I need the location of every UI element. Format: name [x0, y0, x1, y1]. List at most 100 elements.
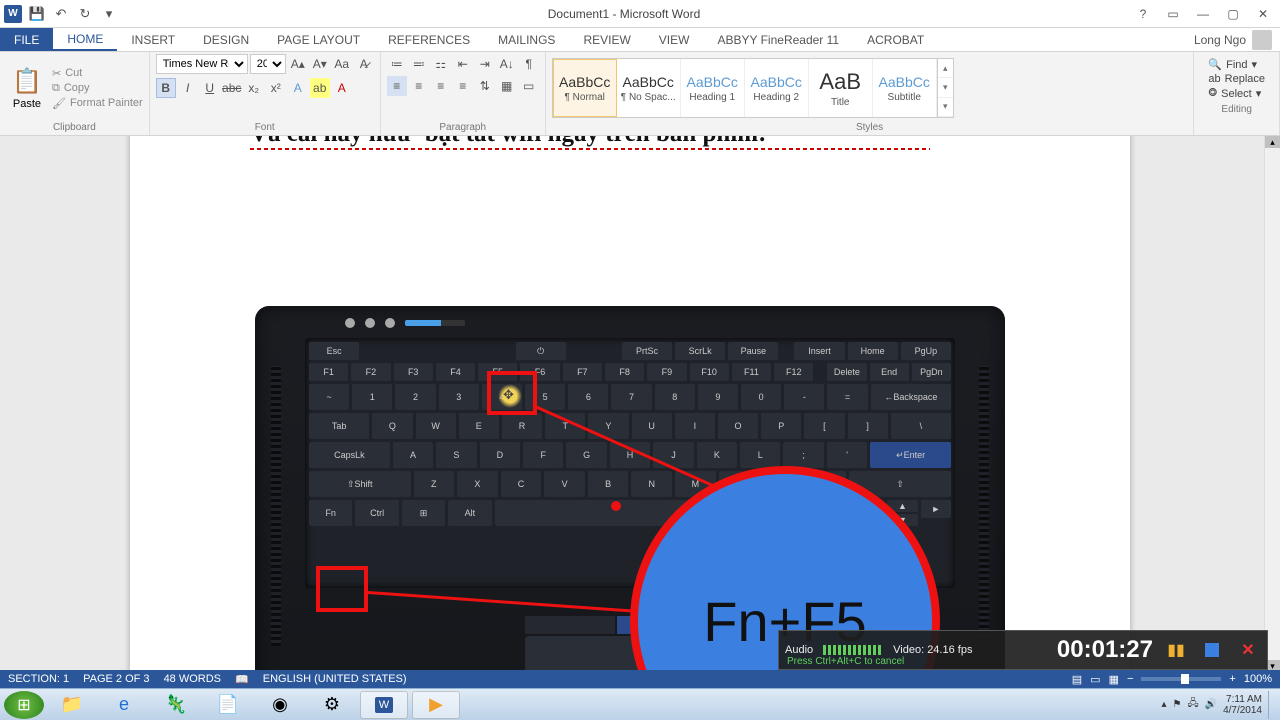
- taskbar-utility[interactable]: ⚙: [308, 691, 356, 719]
- status-words[interactable]: 48 WORDS: [164, 673, 221, 685]
- numbering-icon[interactable]: ≕: [409, 54, 429, 74]
- taskbar-foxit[interactable]: 📄: [204, 691, 252, 719]
- recorder-pause-button[interactable]: ▮▮: [1163, 637, 1189, 663]
- grow-font-icon[interactable]: A▴: [288, 54, 308, 74]
- highlight-icon[interactable]: ab: [310, 78, 330, 98]
- view-read-icon[interactable]: ▭: [1090, 673, 1100, 686]
- save-icon[interactable]: 💾: [28, 5, 46, 23]
- bold-button[interactable]: B: [156, 78, 176, 98]
- style-subtitle[interactable]: AaBbCcSubtitle: [873, 59, 937, 117]
- show-desktop-button[interactable]: [1268, 691, 1276, 719]
- show-marks-icon[interactable]: ¶: [519, 54, 539, 74]
- ribbon-options-icon[interactable]: ▭: [1160, 5, 1186, 23]
- taskbar-chrome[interactable]: ◉: [256, 691, 304, 719]
- avatar-icon[interactable]: [1252, 30, 1272, 50]
- justify-icon[interactable]: ≡: [453, 76, 473, 96]
- style-normal[interactable]: AaBbCc¶ Normal: [553, 59, 617, 117]
- align-right-icon[interactable]: ≡: [431, 76, 451, 96]
- zoom-slider[interactable]: [1141, 677, 1221, 681]
- font-size-select[interactable]: 20: [250, 54, 286, 74]
- style-title[interactable]: AaBTitle: [809, 59, 873, 117]
- tab-view[interactable]: VIEW: [645, 28, 704, 51]
- taskbar-explorer[interactable]: 📁: [48, 691, 96, 719]
- tab-design[interactable]: DESIGN: [189, 28, 263, 51]
- minimize-icon[interactable]: —: [1190, 5, 1216, 23]
- tray-overflow-icon[interactable]: ▴: [1161, 699, 1166, 710]
- tray-network-icon[interactable]: 🖧: [1187, 696, 1198, 713]
- line-spacing-icon[interactable]: ⇅: [475, 76, 495, 96]
- tray-clock[interactable]: 7:11 AM 4/7/2014: [1223, 694, 1262, 716]
- status-language[interactable]: ENGLISH (UNITED STATES): [263, 673, 407, 685]
- find-button[interactable]: 🔍Find ▾: [1208, 58, 1265, 71]
- document-canvas[interactable]: Và cái hay nữa- bật tắt wifi ngay trên b…: [0, 136, 1280, 672]
- cut-button[interactable]: ✂Cut: [52, 67, 143, 80]
- view-print-icon[interactable]: ▤: [1072, 673, 1082, 686]
- borders-icon[interactable]: ▭: [519, 76, 539, 96]
- account-name[interactable]: Long Ngo: [1194, 33, 1246, 47]
- taskbar-notepadpp[interactable]: 🦎: [152, 691, 200, 719]
- replace-button[interactable]: abReplace: [1208, 73, 1265, 85]
- tab-file[interactable]: FILE: [0, 28, 53, 51]
- scroll-up-icon[interactable]: ▴: [1265, 136, 1280, 148]
- subscript-button[interactable]: x₂: [244, 78, 264, 98]
- maximize-icon[interactable]: ▢: [1220, 5, 1246, 23]
- vertical-scrollbar[interactable]: ▴ ▾: [1264, 136, 1280, 672]
- shading-icon[interactable]: ▦: [497, 76, 517, 96]
- recorder-stop-button[interactable]: [1199, 637, 1225, 663]
- indent-increase-icon[interactable]: ⇥: [475, 54, 495, 74]
- gallery-up-icon[interactable]: ▴: [938, 59, 953, 78]
- tab-abbyy[interactable]: ABBYY FineReader 11: [703, 28, 853, 51]
- screen-recorder-overlay[interactable]: Audio Video: 24.16 fps 00:01:27 ▮▮ ✕ Pre…: [778, 630, 1268, 670]
- text-effects-icon[interactable]: A: [288, 78, 308, 98]
- sort-icon[interactable]: A↓: [497, 54, 517, 74]
- system-tray[interactable]: ▴ ⚑ 🖧 🔊 7:11 AM 4/7/2014: [1161, 691, 1276, 719]
- gallery-more-icon[interactable]: ▾: [938, 98, 953, 117]
- align-center-icon[interactable]: ≡: [409, 76, 429, 96]
- shrink-font-icon[interactable]: A▾: [310, 54, 330, 74]
- taskbar-mediaplayer[interactable]: ▶: [412, 691, 460, 719]
- recorder-close-button[interactable]: ✕: [1235, 637, 1261, 663]
- copy-button[interactable]: ⧉Copy: [52, 82, 143, 95]
- tab-insert[interactable]: INSERT: [117, 28, 189, 51]
- zoom-in-icon[interactable]: +: [1229, 673, 1235, 685]
- tab-home[interactable]: HOME: [53, 28, 117, 51]
- select-button[interactable]: ⭗Select ▾: [1208, 87, 1265, 100]
- tab-references[interactable]: REFERENCES: [374, 28, 484, 51]
- style-no-spacing[interactable]: AaBbCc¶ No Spac...: [617, 59, 681, 117]
- status-page[interactable]: PAGE 2 OF 3: [83, 673, 149, 685]
- close-icon[interactable]: ✕: [1250, 5, 1276, 23]
- start-button[interactable]: ⊞: [4, 691, 44, 719]
- change-case-icon[interactable]: Aa: [332, 54, 352, 74]
- gallery-down-icon[interactable]: ▾: [938, 78, 953, 97]
- align-left-icon[interactable]: ≡: [387, 76, 407, 96]
- tab-review[interactable]: REVIEW: [569, 28, 644, 51]
- font-family-select[interactable]: Times New Ro: [156, 54, 248, 74]
- italic-button[interactable]: I: [178, 78, 198, 98]
- qat-customize-icon[interactable]: ▾: [100, 5, 118, 23]
- multilevel-icon[interactable]: ⚏: [431, 54, 451, 74]
- tray-volume-icon[interactable]: 🔊: [1205, 699, 1217, 710]
- tab-acrobat[interactable]: ACROBAT: [853, 28, 938, 51]
- indent-decrease-icon[interactable]: ⇤: [453, 54, 473, 74]
- paste-button[interactable]: 📋 Paste: [6, 67, 48, 110]
- clear-format-icon[interactable]: A̷: [354, 54, 374, 74]
- tab-page-layout[interactable]: PAGE LAYOUT: [263, 28, 374, 51]
- font-color-icon[interactable]: A: [332, 78, 352, 98]
- style-heading1[interactable]: AaBbCcHeading 1: [681, 59, 745, 117]
- underline-button[interactable]: U: [200, 78, 220, 98]
- undo-icon[interactable]: ↶: [52, 5, 70, 23]
- redo-icon[interactable]: ↻: [76, 5, 94, 23]
- bullets-icon[interactable]: ≔: [387, 54, 407, 74]
- superscript-button[interactable]: x²: [266, 78, 286, 98]
- styles-gallery[interactable]: AaBbCc¶ Normal AaBbCc¶ No Spac... AaBbCc…: [552, 58, 954, 118]
- style-heading2[interactable]: AaBbCcHeading 2: [745, 59, 809, 117]
- proofing-icon[interactable]: 📖: [235, 673, 249, 686]
- tab-mailings[interactable]: MAILINGS: [484, 28, 569, 51]
- help-icon[interactable]: ?: [1130, 5, 1156, 23]
- tray-flag-icon[interactable]: ⚑: [1172, 699, 1181, 710]
- zoom-level[interactable]: 100%: [1244, 673, 1272, 685]
- taskbar-ie[interactable]: e: [100, 691, 148, 719]
- zoom-out-icon[interactable]: −: [1127, 673, 1133, 685]
- format-painter-button[interactable]: 🖌Format Painter: [52, 97, 143, 110]
- taskbar-word[interactable]: W: [360, 691, 408, 719]
